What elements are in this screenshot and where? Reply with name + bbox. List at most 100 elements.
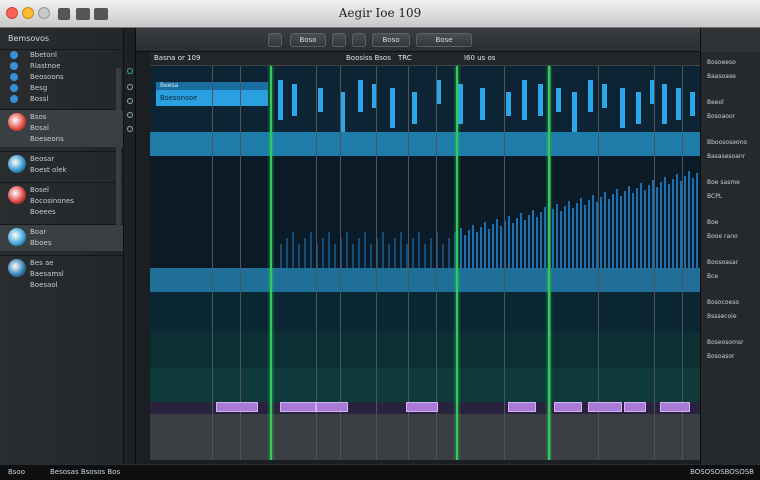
- snap-icon[interactable]: [332, 33, 346, 47]
- grid-line: [598, 66, 599, 460]
- waveform-sample: [676, 174, 678, 268]
- waveform-peak: [556, 88, 561, 112]
- grid-line: [504, 66, 505, 460]
- waveform-peak: [480, 88, 485, 120]
- sidebar-item[interactable]: Bossl: [0, 94, 123, 105]
- record-toggle-icon[interactable]: [127, 68, 133, 74]
- waveform-sample: [628, 186, 630, 268]
- sidebar-item[interactable]: Besg: [0, 83, 123, 94]
- waveform-sample: [604, 192, 606, 268]
- grid-line: [212, 66, 213, 460]
- sidebar-group[interactable]: Bsos Bosal Boeseons: [0, 109, 123, 147]
- monitor-toggle-icon[interactable]: [127, 126, 133, 132]
- grid-line: [316, 66, 317, 460]
- folder-icon: [10, 73, 18, 81]
- ruler-label: Boosiss Bsos: [346, 54, 391, 62]
- inspector-row[interactable]: Boseosomsr: [701, 336, 760, 350]
- inspector-row[interactable]: Boe: [701, 216, 760, 230]
- waveform-sample: [488, 229, 490, 268]
- lock-toggle-icon[interactable]: [127, 112, 133, 118]
- inspector-row[interactable]: BCPL: [701, 190, 760, 204]
- sidebar-item[interactable]: Bbetonl: [0, 50, 123, 61]
- midi-region[interactable]: [660, 402, 690, 412]
- midi-region[interactable]: [554, 402, 582, 412]
- inspector-row[interactable]: Bosoeeso: [701, 56, 760, 70]
- arrange-timeline[interactable]: Basna or 109 Boosiss Bsos TRC I60 us os …: [150, 52, 700, 460]
- tool-button-3[interactable]: Boso: [372, 33, 410, 47]
- grid-icon[interactable]: [268, 33, 282, 47]
- solo-toggle-icon[interactable]: [127, 98, 133, 104]
- waveform-sample: [664, 177, 666, 268]
- folder-icon: [10, 51, 18, 59]
- inspector-row[interactable]: Basasesoanr: [701, 150, 760, 164]
- waveform-peak: [588, 80, 593, 112]
- waveform-sample: [412, 238, 414, 268]
- waveform-sample: [448, 238, 450, 268]
- sidebar-group[interactable]: Boar Bboes: [0, 224, 123, 251]
- midi-region[interactable]: [406, 402, 438, 412]
- midi-region[interactable]: [508, 402, 536, 412]
- grid-line: [340, 66, 341, 460]
- tool-button-1[interactable]: Boso: [290, 33, 326, 47]
- sidebar-group-line: Baesamsl: [30, 270, 64, 278]
- waveform-sample: [484, 222, 486, 268]
- waveform-sample: [544, 207, 546, 268]
- sidebar-group[interactable]: Beosar Boest olek: [0, 151, 123, 178]
- waveform-sample: [468, 230, 470, 268]
- midi-region[interactable]: [316, 402, 348, 412]
- loop-end-marker[interactable]: [548, 66, 550, 460]
- sidebar-group[interactable]: Bes ae Baesamsl Boesaol: [0, 255, 123, 293]
- midi-region[interactable]: [624, 402, 646, 412]
- waveform-sample: [640, 183, 642, 268]
- sidebar-item[interactable]: Beosoons: [0, 72, 123, 83]
- midi-region[interactable]: [216, 402, 258, 412]
- sidebar-group-line: Bocosinones: [30, 197, 74, 205]
- track-lane-4[interactable]: [150, 332, 700, 368]
- inspector-row[interactable]: Bosocoeso: [701, 296, 760, 310]
- inspector-row[interactable]: Bsssecoie: [701, 310, 760, 324]
- track-lane-5[interactable]: [150, 368, 700, 402]
- track-lane-3[interactable]: [150, 292, 700, 332]
- inspector-row[interactable]: Beeol: [701, 96, 760, 110]
- inspector-row[interactable]: Boosoasar: [701, 256, 760, 270]
- waveform-sample: [496, 219, 498, 268]
- track-tool-column: [124, 28, 136, 464]
- automation-lane[interactable]: [150, 414, 700, 460]
- waveform-sample: [430, 238, 432, 268]
- waveform-sample: [442, 244, 444, 268]
- sidebar-group-line: Bes ae: [30, 259, 54, 267]
- waveform-peak: [412, 92, 417, 124]
- waveform-sample: [418, 232, 420, 268]
- sidebar-item[interactable]: Rlastnoe: [0, 61, 123, 72]
- waveform-peak: [458, 84, 463, 124]
- waveform-peak: [690, 92, 695, 116]
- waveform-sample: [668, 184, 670, 268]
- inspector-row[interactable]: Baasoase: [701, 70, 760, 84]
- inspector-row[interactable]: Bosoaoor: [701, 110, 760, 124]
- timeline-ruler[interactable]: Basna or 109 Boosiss Bsos TRC I60 us os: [150, 52, 700, 66]
- waveform-sample: [560, 211, 562, 268]
- waveform-sample: [346, 232, 348, 268]
- waveform-sample: [520, 213, 522, 268]
- inspector-panel: Bosoeeso Baasoase Beeol Bosoaoor Bboososeono…: [700, 52, 760, 464]
- waveform-sample: [460, 228, 462, 268]
- midi-region[interactable]: [280, 402, 316, 412]
- waveform-peak: [602, 84, 607, 108]
- inspector-row[interactable]: Booe rano: [701, 230, 760, 244]
- midi-region[interactable]: [588, 402, 622, 412]
- inspector-row[interactable]: Bosoasor: [701, 350, 760, 364]
- zoom-slider[interactable]: Bose: [416, 33, 472, 47]
- sidebar-group-line: Boest olek: [30, 166, 67, 174]
- mute-toggle-icon[interactable]: [127, 84, 133, 90]
- waveform-sample: [624, 191, 626, 268]
- inspector-row[interactable]: Boe sasme: [701, 176, 760, 190]
- inspector-row[interactable]: Bce: [701, 270, 760, 284]
- sidebar-scrollbar[interactable]: [116, 68, 121, 228]
- folder-icon: [10, 84, 18, 92]
- tool-button-2[interactable]: [352, 33, 366, 47]
- sidebar-group[interactable]: Bosel Bocosinones Boeees: [0, 182, 123, 220]
- playhead[interactable]: [270, 66, 272, 460]
- inspector-row[interactable]: Bboososeono: [701, 136, 760, 150]
- loop-start-marker[interactable]: [456, 66, 458, 460]
- grid-line: [654, 66, 655, 460]
